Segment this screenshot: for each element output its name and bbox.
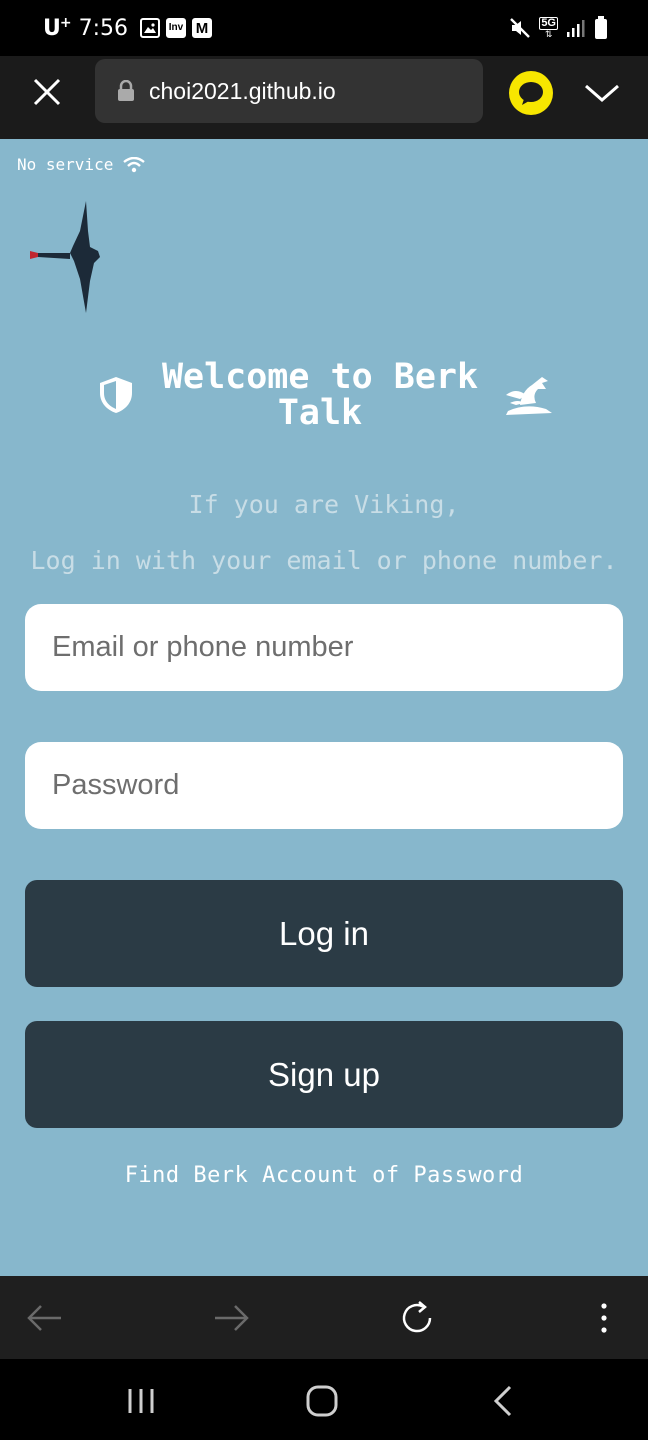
kakao-icon[interactable] <box>509 71 553 115</box>
reload-icon[interactable] <box>397 1298 437 1338</box>
notification-icons: Inv M <box>140 18 213 38</box>
chevron-down-icon[interactable] <box>582 78 622 108</box>
find-account-link[interactable]: Find Berk Account of Password <box>0 1163 648 1188</box>
system-back-icon[interactable] <box>484 1381 524 1421</box>
password-field[interactable] <box>25 742 623 829</box>
page-title: Welcome to Berk Talk <box>161 357 479 433</box>
inv-icon: Inv <box>166 18 187 38</box>
no-service-label: No service <box>17 155 114 174</box>
clock: 7:56 <box>78 15 129 41</box>
login-page: No service Welcome to Berk Talk If you a… <box>0 139 648 1276</box>
login-button[interactable]: Log in <box>25 880 623 987</box>
forward-icon[interactable] <box>211 1298 251 1338</box>
email-field[interactable] <box>25 604 623 691</box>
gmail-icon: M <box>192 18 213 38</box>
carrier-label: U+ <box>43 15 72 41</box>
dragon-icon <box>506 377 552 415</box>
browser-bottom-bar <box>0 1276 648 1359</box>
recents-icon[interactable] <box>121 1381 161 1421</box>
close-icon[interactable] <box>29 74 65 110</box>
shield-icon <box>100 377 132 413</box>
home-icon[interactable] <box>302 1381 342 1421</box>
image-icon <box>140 18 161 38</box>
url-bar[interactable]: choi2021.github.io <box>95 59 483 123</box>
browser-toolbar: choi2021.github.io <box>0 56 648 139</box>
lock-icon <box>118 80 134 101</box>
subtitle-line-1: If you are Viking, <box>188 490 460 519</box>
url-text: choi2021.github.io <box>149 77 336 104</box>
status-left: U+ 7:56 Inv M <box>43 13 213 43</box>
back-icon[interactable] <box>25 1298 65 1338</box>
status-right: 5G ⇅ <box>509 16 608 40</box>
wifi-icon <box>123 156 146 172</box>
system-nav-bar <box>0 1359 648 1440</box>
network-type-icon: 5G ⇅ <box>539 17 558 39</box>
signup-button[interactable]: Sign up <box>25 1021 623 1128</box>
more-icon[interactable] <box>584 1298 624 1338</box>
signal-icon <box>567 20 585 37</box>
subtitle: If you are Viking, Log in with your emai… <box>0 463 648 603</box>
battery-icon <box>595 16 607 39</box>
subtitle-line-2: Log in with your email or phone number. <box>30 546 618 575</box>
status-bar: U+ 7:56 Inv M 5G ⇅ <box>0 0 648 56</box>
dragon-logo-icon <box>30 201 100 313</box>
no-service-indicator: No service <box>17 155 146 174</box>
mute-icon <box>510 18 531 38</box>
title-row: Welcome to Berk Talk <box>0 359 648 439</box>
